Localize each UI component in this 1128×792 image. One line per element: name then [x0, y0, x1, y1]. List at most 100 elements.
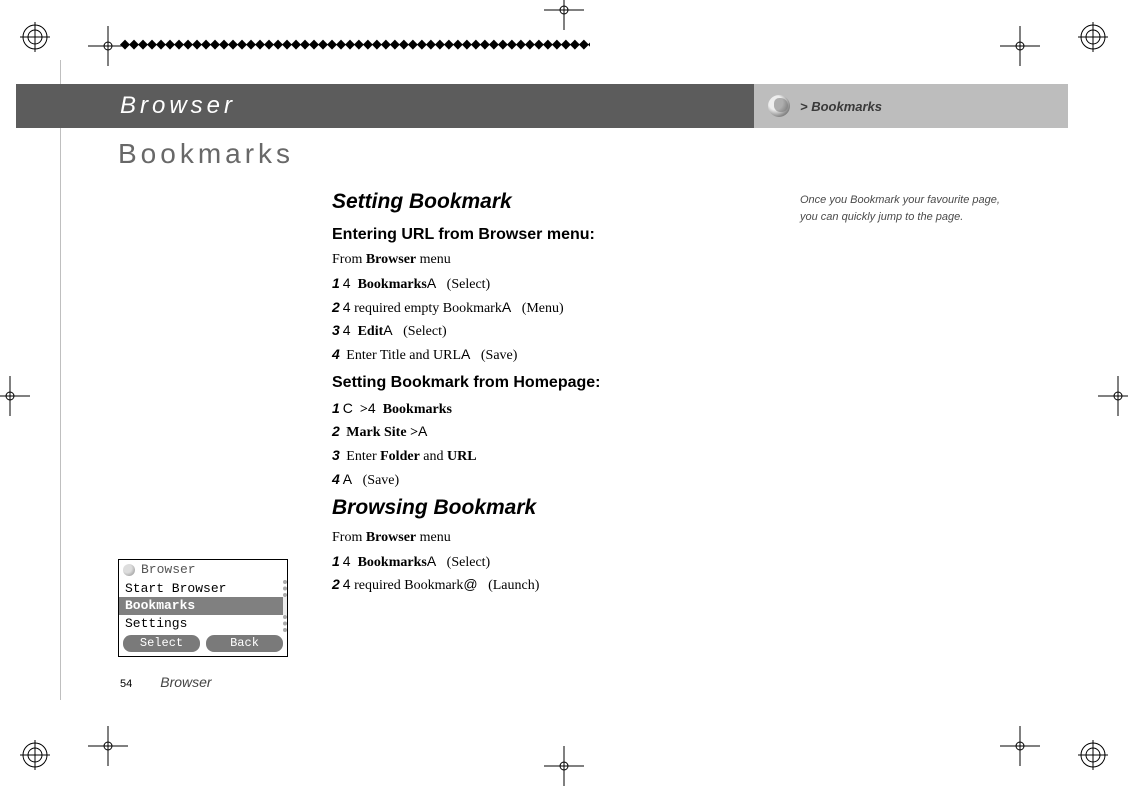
- step-number: 2: [332, 576, 340, 592]
- text: and: [420, 449, 447, 464]
- key-symbol: 4: [368, 400, 376, 416]
- page-number: 54: [120, 678, 132, 690]
- key-symbol: 4: [343, 576, 351, 592]
- globe-icon: [123, 564, 135, 576]
- section-heading-setting: Setting Bookmark: [332, 186, 782, 219]
- step-c1: 14 BookmarksA (Select): [332, 551, 782, 574]
- step-number: 1: [332, 275, 340, 291]
- globe-icon: [768, 95, 790, 117]
- page-title: Bookmarks: [118, 138, 294, 170]
- context-line: From Browser menu: [332, 527, 782, 549]
- text-bold: Browser: [366, 252, 416, 267]
- subheading-from-homepage: Setting Bookmark from Homepage:: [332, 371, 782, 396]
- step-number: 4: [332, 471, 340, 487]
- page-footer: 54 Browser: [120, 674, 212, 690]
- content-body: Setting Bookmark Entering URL from Brows…: [332, 186, 782, 598]
- step-c2: 24 required Bookmark@ (Launch): [332, 574, 782, 597]
- key-symbol: A: [418, 423, 427, 439]
- phone-menu-item: Start Browser: [119, 580, 287, 598]
- phone-screenshot: Browser Start Browser Bookmarks Settings…: [118, 559, 288, 657]
- text-bold: Folder: [380, 449, 420, 464]
- text: menu: [416, 530, 451, 545]
- step-number: 3: [332, 447, 340, 463]
- key-symbol: @: [463, 576, 477, 592]
- key-symbol: C: [343, 400, 353, 416]
- text: required Bookmark: [351, 578, 464, 593]
- phone-softkey-row: Select Back: [119, 632, 287, 655]
- phone-title-row: Browser: [119, 560, 287, 580]
- subheading-url-from-menu: Entering URL from Browser menu:: [332, 223, 782, 248]
- softkey-hint: (Select): [403, 324, 447, 339]
- registration-mark-icon: [1078, 740, 1108, 770]
- crop-mark-icon: [544, 746, 584, 786]
- softkey-hint: (Save): [481, 348, 518, 363]
- section-heading-browsing: Browsing Bookmark: [332, 492, 782, 525]
- key-symbol: 4: [343, 299, 351, 315]
- text: Enter Title and URL: [343, 348, 461, 363]
- crop-mark-icon: [88, 726, 128, 766]
- softkey-hint: (Select): [447, 277, 491, 292]
- key-symbol: A: [427, 275, 436, 291]
- step-number: 1: [332, 400, 340, 416]
- key-symbol: 4: [343, 275, 351, 291]
- text-bold: >: [360, 402, 368, 417]
- text-bold: URL: [447, 449, 477, 464]
- phone-softkey-right: Back: [206, 635, 283, 651]
- text: From: [332, 530, 366, 545]
- step-number: 2: [332, 299, 340, 315]
- key-symbol: A: [502, 299, 511, 315]
- breadcrumb-text: > Bookmarks: [800, 99, 882, 114]
- crop-mark-icon: [1098, 376, 1128, 416]
- side-note: Once you Bookmark your favourite page, y…: [800, 192, 1020, 225]
- chapter-header: Browser > Bookmarks: [16, 84, 1068, 128]
- phone-menu-item: Settings: [119, 615, 287, 633]
- step-number: 1: [332, 553, 340, 569]
- softkey-hint: (Menu): [522, 301, 564, 316]
- context-line: From Browser menu: [332, 249, 782, 271]
- softkey-hint: (Launch): [488, 578, 539, 593]
- softkey-hint: (Save): [363, 473, 400, 488]
- registration-mark-icon: [20, 740, 50, 770]
- phone-menu-item-selected: Bookmarks: [119, 597, 287, 615]
- phone-softkey-left: Select: [123, 635, 200, 651]
- key-symbol: A: [343, 471, 352, 487]
- crop-mark-icon: [0, 376, 30, 416]
- step-number: 2: [332, 423, 340, 439]
- text-bold: Bookmarks: [383, 402, 452, 417]
- step-2: 24 required empty BookmarkA (Menu): [332, 297, 782, 320]
- text-bold: Browser: [366, 530, 416, 545]
- step-b2: 2 Mark Site >A: [332, 421, 782, 444]
- text-bold: Edit: [358, 324, 384, 339]
- step-number: 3: [332, 322, 340, 338]
- step-4: 4 Enter Title and URLA (Save): [332, 344, 782, 367]
- step-b1: 1C >4 Bookmarks: [332, 398, 782, 421]
- crop-mark-icon: [1000, 726, 1040, 766]
- softkey-hint: (Select): [447, 555, 491, 570]
- key-symbol: A: [383, 322, 392, 338]
- crop-mark-icon: [544, 0, 584, 30]
- text: required empty Bookmark: [351, 301, 502, 316]
- key-symbol: A: [427, 553, 436, 569]
- footer-section-label: Browser: [160, 674, 211, 690]
- registration-mark-icon: [1078, 22, 1108, 52]
- key-symbol: A: [461, 346, 470, 362]
- text: From: [332, 252, 366, 267]
- step-3: 34 EditA (Select): [332, 320, 782, 343]
- text: menu: [416, 252, 451, 267]
- step-b3: 3 Enter Folder and URL: [332, 445, 782, 468]
- chapter-title: Browser: [16, 84, 754, 128]
- breadcrumb: > Bookmarks: [754, 84, 1068, 128]
- phone-title: Browser: [141, 562, 196, 578]
- text-bold: Bookmarks: [358, 277, 427, 292]
- decorative-diamond-row: ◆◆◆◆◆◆◆◆◆◆◆◆◆◆◆◆◆◆◆◆◆◆◆◆◆◆◆◆◆◆◆◆◆◆◆◆◆◆◆◆…: [120, 36, 590, 52]
- step-b4: 4A (Save): [332, 469, 782, 492]
- registration-mark-icon: [20, 22, 50, 52]
- key-symbol: 4: [343, 553, 351, 569]
- step-number: 4: [332, 346, 340, 362]
- text: Enter: [343, 449, 380, 464]
- text-bold: Mark Site >: [346, 425, 418, 440]
- step-1: 14 BookmarksA (Select): [332, 273, 782, 296]
- page-edge-line: [60, 60, 61, 700]
- text-bold: Bookmarks: [358, 555, 427, 570]
- crop-mark-icon: [1000, 26, 1040, 66]
